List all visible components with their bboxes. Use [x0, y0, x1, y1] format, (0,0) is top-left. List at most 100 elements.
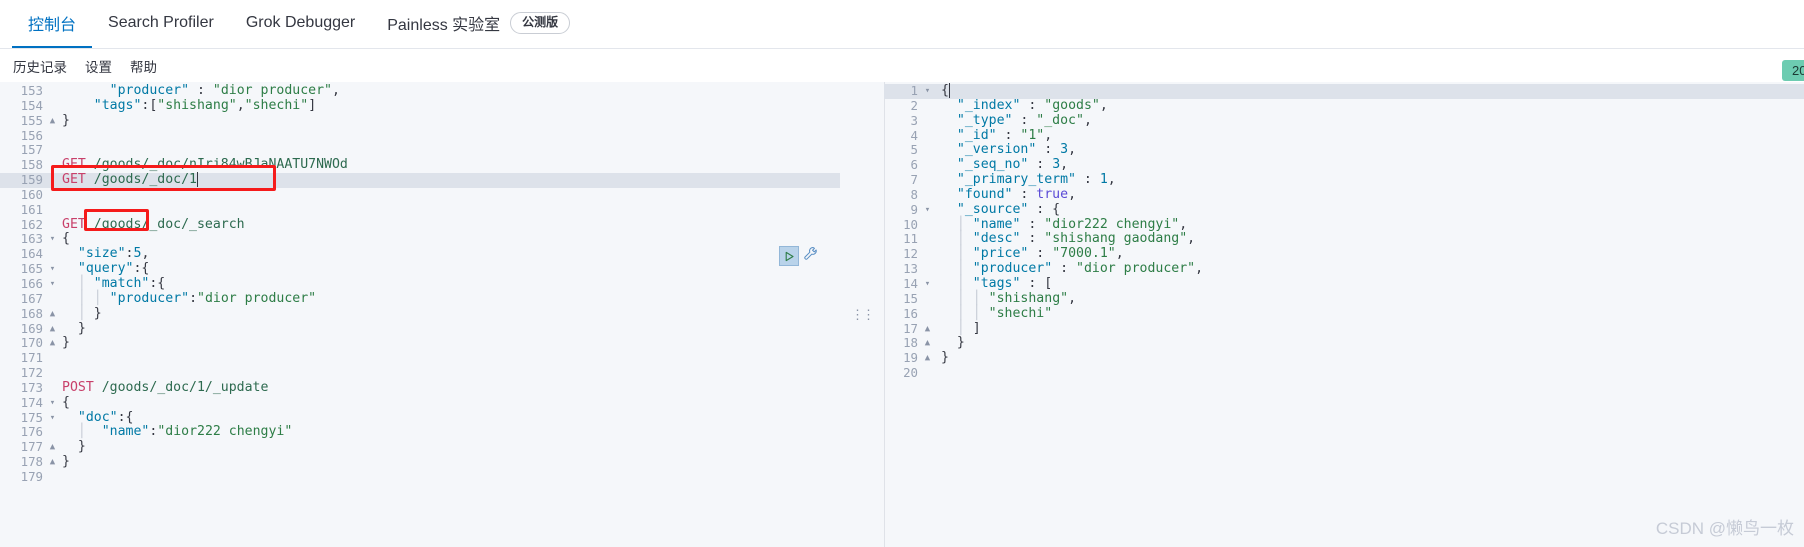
line-number: 173	[20, 379, 43, 395]
code-text: "query":{	[77, 261, 150, 277]
code-line[interactable]: 165 ▾ "query":{	[0, 261, 840, 277]
code-text: "tags":["shishang","shechi"]	[93, 97, 317, 113]
watermark: CSDN @懒鸟一枚	[1655, 519, 1794, 538]
tab-grok-debugger[interactable]: Grok Debugger	[230, 0, 371, 48]
code-text: "_seq_no" : 3,	[956, 157, 1069, 173]
code-line[interactable]: 1 ▾ {	[884, 83, 1804, 99]
response-code: 1 ▾{2 "_index" : "goods", 3 "_type" : "_do…	[884, 82, 1804, 381]
code-line[interactable]: 173 POST /goods/_doc/1/_update	[0, 379, 840, 396]
response-editor-pane[interactable]: 1 ▾{2 "_index" : "goods", 3 "_type" : "_do…	[884, 82, 1804, 547]
line-number: 166	[20, 275, 43, 291]
code-line[interactable]: 166 ▾ │ "match":{	[0, 275, 840, 292]
line-number: 10	[903, 216, 918, 232]
tab-console[interactable]: 控制台	[12, 0, 93, 48]
fold-toggle-icon[interactable]: ▾	[47, 232, 58, 247]
code-line[interactable]: 156	[0, 128, 840, 144]
fold-toggle-icon[interactable]: ▲	[47, 307, 58, 322]
fold-toggle-icon[interactable]: ▾	[47, 396, 58, 411]
code-text: }	[77, 439, 86, 455]
submenu-item-settings[interactable]: 设置	[85, 56, 112, 76]
code-line[interactable]: 172	[0, 365, 840, 381]
code-line[interactable]: 167 │ │ "producer":"dior producer"	[0, 290, 840, 307]
code-line[interactable]: 158 GET /goods/_doc/nIri84wBJaNAATU7NWOd	[0, 157, 840, 173]
fold-toggle-icon[interactable]: ▲	[47, 322, 58, 337]
fold-toggle-icon[interactable]: ▾	[922, 203, 933, 218]
line-number: 8	[910, 186, 918, 202]
code-line[interactable]: 164 "size":5,	[0, 246, 840, 262]
fold-toggle-icon[interactable]: ▲	[922, 336, 933, 351]
tab-search-profiler[interactable]: Search Profiler	[92, 0, 230, 48]
code-line[interactable]: 171	[0, 350, 840, 366]
line-number: 175	[20, 409, 43, 425]
code-line[interactable]: 161	[0, 202, 840, 218]
line-number: 11	[903, 231, 918, 247]
code-line[interactable]: 3 "_type" : "_doc",	[884, 113, 1804, 129]
send-request-button[interactable]	[779, 246, 799, 266]
code-line[interactable]: 2 "_index" : "goods",	[884, 98, 1804, 114]
code-line[interactable]: 6 "_seq_no" : 3,	[884, 157, 1804, 173]
fold-toggle-icon[interactable]: ▾	[922, 277, 933, 292]
code-line[interactable]: 153 "producer" : "dior producer",	[0, 83, 840, 99]
code-line[interactable]: 7 "_primary_term" : 1,	[884, 172, 1804, 188]
code-line[interactable]: 155 ▲}	[0, 113, 840, 129]
code-text: POST /goods/_doc/1/_update	[62, 379, 269, 395]
submenu-item-history[interactable]: 历史记录	[13, 56, 67, 76]
code-line[interactable]: 157	[0, 143, 840, 158]
code-line[interactable]: 8 "found" : true,	[884, 186, 1804, 203]
code-text: "_source" : {	[956, 201, 1061, 217]
fold-toggle-icon[interactable]: ▲	[922, 322, 933, 337]
code-text: {	[62, 231, 70, 247]
code-line[interactable]: 159 GET /goods/_doc/1	[0, 172, 840, 188]
line-number: 12	[903, 246, 918, 262]
open-documentation-button[interactable]	[801, 246, 819, 265]
code-line[interactable]: 9 ▾ "_source" : {	[884, 201, 1804, 218]
code-line[interactable]: 14 ▾ │ "tags" : [	[884, 275, 1804, 292]
tab-console-label: 控制台	[28, 17, 77, 34]
line-number: 20	[903, 365, 918, 381]
fold-toggle-icon[interactable]: ▲	[47, 114, 58, 129]
fold-toggle-icon[interactable]: ▲	[47, 336, 58, 351]
code-line[interactable]: 160	[0, 187, 840, 203]
code-line[interactable]: 170 ▲}	[0, 335, 840, 351]
fold-toggle-icon[interactable]: ▾	[47, 262, 58, 277]
code-line[interactable]: 17 ▲ │ ]	[884, 320, 1804, 337]
code-text: │ "price" : "7000.1",	[956, 246, 1124, 262]
code-line[interactable]: 4 "_id" : "1",	[884, 128, 1804, 144]
code-line[interactable]: 18 ▲ }	[884, 335, 1804, 351]
fold-toggle-icon[interactable]: ▲	[922, 351, 933, 366]
code-line[interactable]: 12 │ "price" : "7000.1",	[884, 246, 1804, 262]
pane-splitter[interactable]: ⋮⋮	[851, 82, 875, 547]
code-line[interactable]: 174 ▾ {	[0, 395, 840, 411]
request-editor-pane[interactable]: 153 "producer" : "dior producer", 154 "ta…	[0, 82, 840, 547]
code-text: "_version" : 3,	[956, 142, 1077, 158]
code-text: │ "match":{	[77, 275, 166, 291]
code-line[interactable]: 19 ▲}	[884, 350, 1804, 366]
line-number: 14	[903, 275, 918, 291]
line-number: 17	[903, 320, 918, 336]
tab-painless-lab[interactable]: Painless 实验室 公测版	[371, 0, 586, 48]
code-text: │ "tags" : [	[956, 275, 1053, 291]
code-line[interactable]: 177 ▲ }	[0, 439, 840, 455]
submenu-item-help[interactable]: 帮助	[130, 56, 157, 76]
request-code[interactable]: 153 "producer" : "dior producer", 154 "ta…	[0, 82, 840, 485]
code-line[interactable]: 163 ▾ {	[0, 232, 840, 247]
fold-toggle-icon[interactable]: ▲	[47, 455, 58, 470]
code-line[interactable]: 13 │ "producer" : "dior producer",	[884, 261, 1804, 277]
code-line[interactable]: 5 "_version" : 3,	[884, 142, 1804, 158]
code-line[interactable]: 168 ▲ │ }	[0, 306, 840, 322]
fold-toggle-icon[interactable]: ▾	[47, 411, 58, 426]
tab-search-profiler-label: Search Profiler	[108, 14, 214, 31]
code-line[interactable]: 162 GET /goods/_doc/_search	[0, 217, 840, 233]
fold-toggle-icon[interactable]: ▲	[47, 440, 58, 455]
code-line[interactable]: 15 │ │ "shishang",	[884, 291, 1804, 307]
code-line[interactable]: 169 ▲ }	[0, 321, 840, 337]
code-line[interactable]: 154 "tags":["shishang","shechi"]	[0, 97, 840, 114]
line-number: 167	[20, 290, 43, 306]
code-line[interactable]: 176 │ "name":"dior222 chengyi"	[0, 424, 840, 440]
fold-toggle-icon[interactable]: ▾	[922, 84, 933, 99]
code-line[interactable]: 16 │ │ "shechi"	[884, 306, 1804, 322]
code-line[interactable]: 20	[884, 365, 1804, 381]
fold-toggle-icon[interactable]: ▾	[47, 277, 58, 292]
code-line[interactable]: 179	[0, 469, 840, 485]
code-line[interactable]: 178 ▲}	[0, 454, 840, 470]
